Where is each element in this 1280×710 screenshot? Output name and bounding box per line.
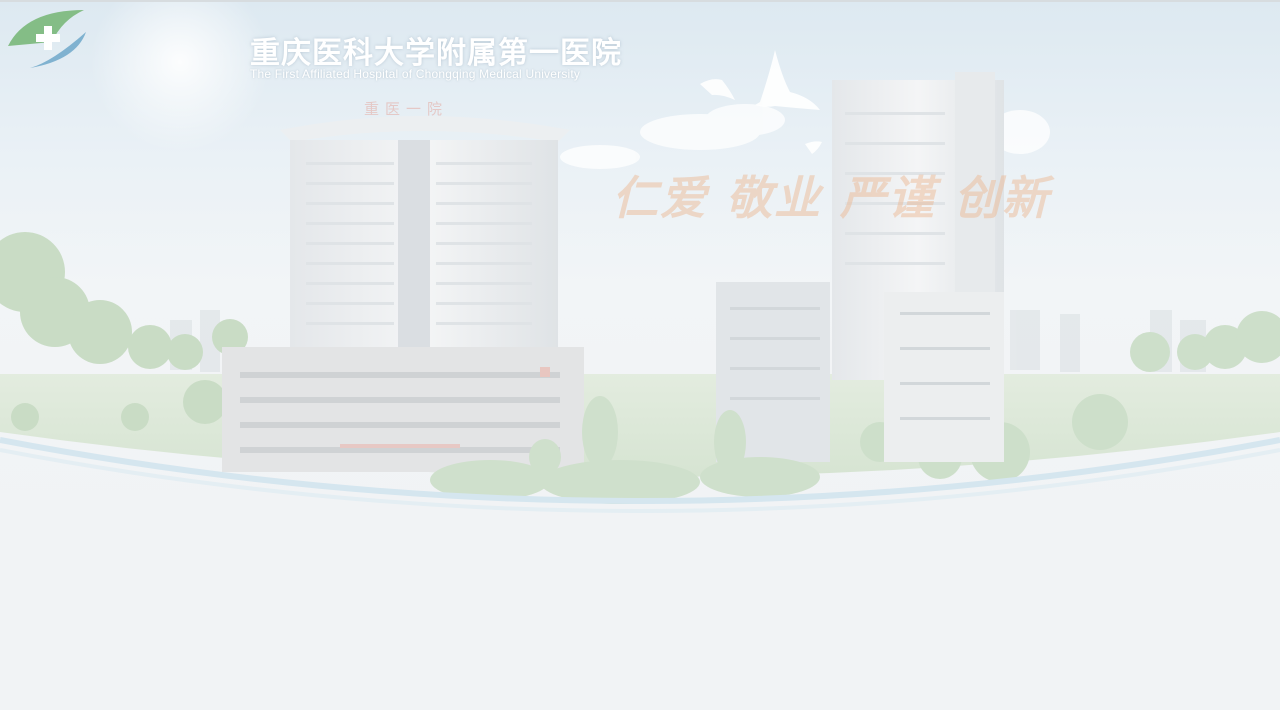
building-sign: 重医一院 (364, 101, 449, 118)
main-tower (222, 116, 584, 472)
hospital-name-cn: 重庆医科大学附属第一医院 (250, 37, 622, 70)
hero-banner: 重庆医科大学附属第一医院 The First Affiliated Hospit… (0, 2, 1280, 522)
hospital-campus-illustration (0, 2, 1280, 513)
hospital-slogan: 仁爱 敬业 严谨 创新 (612, 171, 1051, 225)
hospital-name-en: The First Affiliated Hospital of Chongqi… (250, 67, 581, 81)
green-cross-logo-icon (8, 10, 86, 68)
sun-glow (90, 2, 270, 152)
